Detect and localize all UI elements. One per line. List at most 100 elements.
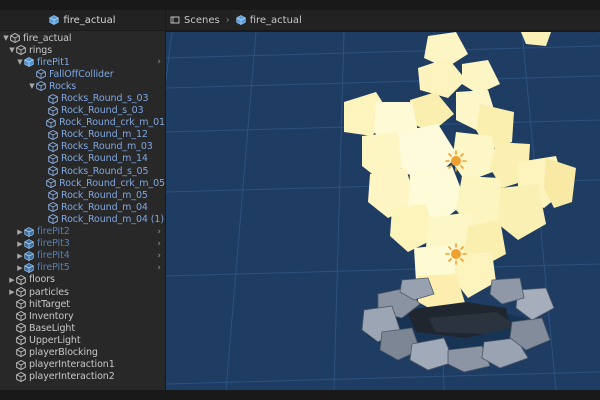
hierarchy-item-label: UpperLight	[29, 334, 81, 346]
chevron-right-icon[interactable]: ›	[157, 57, 161, 67]
hierarchy-item[interactable]: ▼ firePit1 ›	[0, 56, 165, 68]
hierarchy-item[interactable]: ▶ firePit3 ›	[0, 238, 165, 250]
no-arrow-spacer	[8, 311, 16, 321]
hierarchy-item-label: rings	[29, 44, 53, 56]
breadcrumb-current[interactable]: fire_actual	[236, 15, 302, 26]
hierarchy-item[interactable]: FallOffCollider	[0, 68, 165, 80]
cube-icon	[36, 81, 46, 92]
hierarchy-item[interactable]: ▶ firePit4 ›	[0, 250, 165, 262]
hierarchy-item-label: playerInteraction2	[29, 371, 115, 383]
hierarchy-tree: ▼ fire_actual ▼ rings ▼ firePit1 › FallOffColli…	[0, 32, 165, 383]
scenes-icon	[170, 15, 180, 25]
hierarchy-item[interactable]: BaseLight	[0, 322, 165, 334]
cube-icon	[24, 226, 34, 237]
expand-arrow-down-icon[interactable]: ▼	[16, 57, 24, 67]
hierarchy-item[interactable]: Rock_Round_s_03	[0, 105, 165, 117]
expand-arrow-down-icon[interactable]: ▼	[28, 81, 36, 91]
hierarchy-item-label: Rock_Round_m_14	[61, 153, 148, 165]
no-arrow-spacer	[40, 166, 48, 176]
expand-arrow-right-icon[interactable]: ▶	[8, 275, 16, 285]
hierarchy-item[interactable]: ▶ firePit5 ›	[0, 262, 165, 274]
cube-icon	[16, 311, 26, 322]
hierarchy-item[interactable]: ▼ rings	[0, 44, 165, 56]
cube-icon	[48, 93, 58, 104]
breadcrumb-scenes-label: Scenes	[184, 14, 220, 26]
hierarchy-item-label: BaseLight	[29, 322, 75, 334]
hierarchy-item-label: floors	[29, 274, 55, 286]
hierarchy-item-label: Rock_Round_m_12	[61, 129, 148, 141]
no-arrow-spacer	[40, 130, 48, 140]
cube-icon	[48, 105, 58, 116]
chevron-right-icon[interactable]: ›	[157, 251, 161, 261]
expand-arrow-right-icon[interactable]: ▶	[16, 263, 24, 273]
hierarchy-item-label: playerInteraction1	[29, 359, 115, 371]
hierarchy-item[interactable]: ▶ firePit2 ›	[0, 226, 165, 238]
hierarchy-item-label: Rocks_Round_m_03	[61, 141, 153, 153]
cube-icon	[48, 153, 58, 164]
hierarchy-item[interactable]: Rocks_Round_m_03	[0, 141, 165, 153]
chevron-right-icon[interactable]: ›	[157, 227, 161, 237]
expand-arrow-right-icon[interactable]: ▶	[8, 287, 16, 297]
hierarchy-item[interactable]: hitTarget	[0, 298, 165, 310]
cube-icon	[16, 371, 26, 382]
cube-icon	[48, 202, 58, 213]
cube-icon	[48, 166, 58, 177]
hierarchy-item[interactable]: Rock_Round_m_04 (1)	[0, 213, 165, 225]
no-arrow-spacer	[40, 214, 48, 224]
hierarchy-header: fire_actual	[0, 10, 165, 31]
hierarchy-item-label: firePit4	[37, 250, 70, 262]
hierarchy-item[interactable]: Rock_Round_crk_m_01	[0, 117, 165, 129]
hierarchy-item[interactable]: ▼ fire_actual	[0, 32, 165, 44]
hierarchy-item[interactable]: Rock_Round_m_14	[0, 153, 165, 165]
cube-icon	[24, 57, 34, 68]
expand-arrow-right-icon[interactable]: ▶	[16, 227, 24, 237]
scene-render	[166, 32, 600, 390]
breadcrumb-current-label: fire_actual	[249, 14, 302, 26]
scene-breadcrumb-bar: Scenes › fire_actual	[166, 10, 600, 31]
cube-icon	[49, 15, 60, 25]
hierarchy-item-label: playerBlocking	[29, 346, 98, 358]
expand-arrow-right-icon[interactable]: ▶	[16, 251, 24, 261]
hierarchy-item-label: particles	[29, 286, 69, 298]
scene-viewport[interactable]	[166, 32, 600, 390]
cube-icon	[24, 250, 34, 261]
hierarchy-item[interactable]: ▶ particles	[0, 286, 165, 298]
hierarchy-item-label: Rocks	[49, 80, 77, 92]
cube-icon	[16, 335, 26, 346]
hierarchy-item-label: Rock_Round_crk_m_01	[59, 117, 165, 129]
no-arrow-spacer	[8, 347, 16, 357]
hierarchy-item-label: firePit3	[37, 238, 70, 250]
hierarchy-item-label: Rock_Round_crk_m_05	[59, 177, 165, 189]
hierarchy-item[interactable]: Rock_Round_m_05	[0, 189, 165, 201]
no-arrow-spacer	[40, 94, 48, 104]
hierarchy-item[interactable]: Rocks_Round_s_05	[0, 165, 165, 177]
hierarchy-item-label: Rock_Round_m_05	[61, 189, 148, 201]
hierarchy-item[interactable]: playerInteraction1	[0, 359, 165, 371]
hierarchy-item-label: firePit2	[37, 226, 70, 238]
hierarchy-item-label: fire_actual	[23, 32, 72, 44]
expand-arrow-right-icon[interactable]: ▶	[16, 239, 24, 249]
point-light-icon	[445, 243, 467, 265]
hierarchy-item[interactable]: playerInteraction2	[0, 371, 165, 383]
cube-icon	[48, 141, 58, 152]
cube-icon	[16, 347, 26, 358]
chevron-right-icon[interactable]: ›	[157, 263, 161, 273]
hierarchy-item-label: firePit1	[37, 56, 70, 68]
chevron-right-icon[interactable]: ›	[157, 239, 161, 249]
expand-arrow-down-icon[interactable]: ▼	[8, 45, 16, 55]
breadcrumb-scenes[interactable]: Scenes	[170, 15, 220, 26]
cube-icon	[16, 274, 26, 285]
no-arrow-spacer	[28, 69, 36, 79]
hierarchy-item[interactable]: Inventory	[0, 310, 165, 322]
hierarchy-item[interactable]: Rock_Round_crk_m_05	[0, 177, 165, 189]
hierarchy-item[interactable]: ▶ floors	[0, 274, 165, 286]
expand-arrow-down-icon[interactable]: ▼	[2, 33, 10, 43]
hierarchy-item-label: Rock_Round_m_04 (1)	[61, 213, 164, 225]
hierarchy-item[interactable]: ▼ Rocks	[0, 80, 165, 92]
hierarchy-item-label: Rocks_Round_s_03	[61, 93, 149, 105]
hierarchy-item[interactable]: Rocks_Round_s_03	[0, 92, 165, 104]
hierarchy-item[interactable]: playerBlocking	[0, 346, 165, 358]
hierarchy-item[interactable]: Rock_Round_m_12	[0, 129, 165, 141]
hierarchy-item[interactable]: UpperLight	[0, 334, 165, 346]
hierarchy-item[interactable]: Rock_Round_m_04	[0, 201, 165, 213]
